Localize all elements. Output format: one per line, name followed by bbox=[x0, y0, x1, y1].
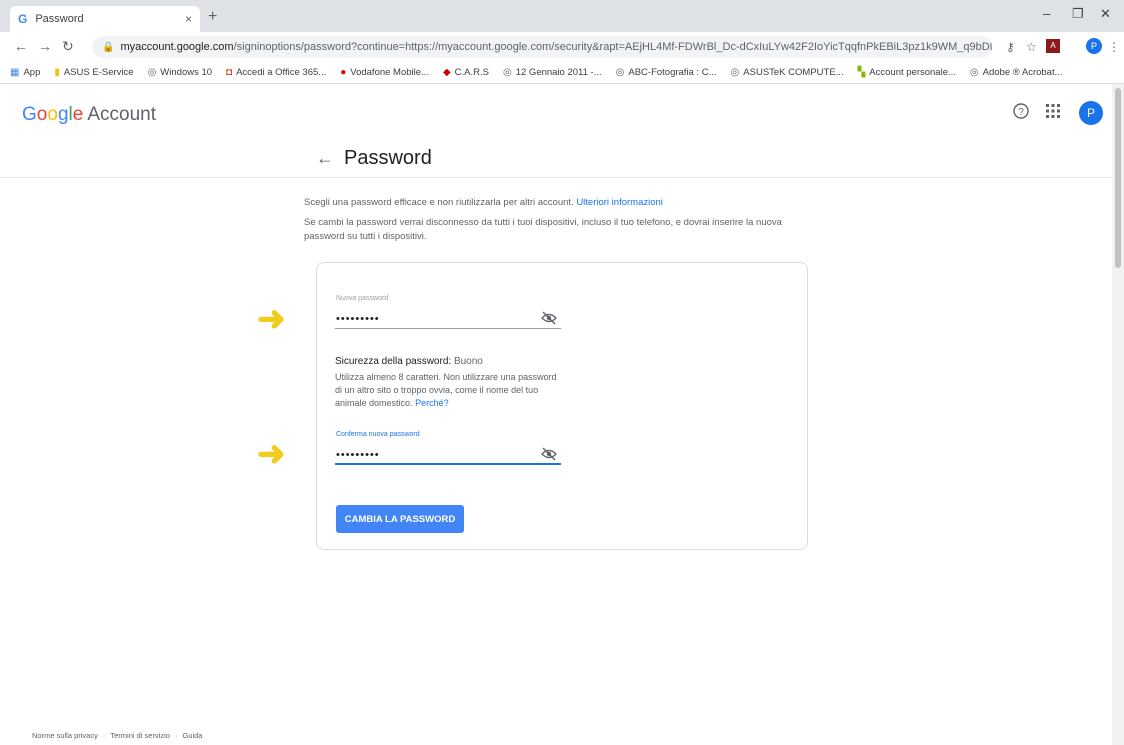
bookmark-item[interactable]: ◎ Adobe ® Acrobat... bbox=[970, 67, 1063, 78]
scrollbar-thumb[interactable] bbox=[1115, 88, 1121, 268]
new-password-underline bbox=[335, 328, 561, 329]
terms-link[interactable]: Termini di servizio bbox=[110, 731, 170, 740]
page-title-row: ← Password bbox=[0, 140, 1112, 178]
privacy-link[interactable]: Norme sulla privacy bbox=[32, 731, 98, 740]
lock-icon: 🔒 bbox=[102, 41, 115, 53]
password-strength: Sicurezza della password: Buono bbox=[335, 356, 483, 367]
intro-line2: Se cambi la password verrai disconnesso … bbox=[304, 217, 782, 242]
new-password-input[interactable]: ••••••••• bbox=[336, 313, 380, 325]
bookmark-item[interactable]: ◘ Accedi a Office 365... bbox=[226, 67, 326, 78]
account-avatar[interactable]: P bbox=[1079, 101, 1103, 125]
globe-icon: ◎ bbox=[730, 67, 740, 78]
globe-icon: ◎ bbox=[615, 67, 625, 78]
annotation-arrow-icon: ➜ bbox=[257, 435, 286, 473]
footer-separator: · bbox=[174, 731, 178, 740]
vodafone-icon: ● bbox=[340, 67, 347, 78]
google-account-logo[interactable]: Google Account bbox=[22, 104, 156, 126]
bookmark-item[interactable]: ◎ ASUSTeK COMPUTE... bbox=[731, 67, 844, 78]
apps-grid-icon[interactable] bbox=[1046, 103, 1060, 123]
maximize-button[interactable]: ❐ bbox=[1072, 6, 1084, 22]
intro-line1: Scegli una password efficace e non riuti… bbox=[304, 197, 574, 208]
help-link[interactable]: Guida bbox=[182, 731, 202, 740]
tab-title: Password bbox=[35, 13, 84, 25]
account-logo-text: Account bbox=[87, 104, 156, 125]
folder-icon: ▮ bbox=[54, 67, 60, 78]
address-bar[interactable]: 🔒 myaccount.google.com /signinoptions/pa… bbox=[92, 36, 992, 58]
apps-icon: ▦ bbox=[10, 67, 20, 78]
eye-off-icon[interactable] bbox=[541, 311, 557, 328]
microsoft-icon: ▚ bbox=[857, 67, 866, 78]
star-icon[interactable]: ☆ bbox=[1026, 40, 1037, 54]
footer-separator: · bbox=[102, 731, 106, 740]
office-icon: ◘ bbox=[226, 67, 233, 78]
acrobat-extension-icon[interactable]: A bbox=[1046, 39, 1060, 53]
back-icon[interactable]: ← bbox=[14, 38, 28, 54]
bookmark-label: Windows 10 bbox=[160, 67, 213, 78]
bookmark-label: C.A.R.S bbox=[454, 67, 489, 78]
page-scrollbar[interactable] bbox=[1112, 84, 1124, 745]
footer-links: Norme sulla privacy · Termini di servizio ·… bbox=[32, 731, 202, 740]
bookmarks-bar: ▦ App ▮ ASUS E-Service ◎ Windows 10 ◘ Accedi a … bbox=[0, 62, 1124, 84]
confirm-password-label: Conferma nuova password bbox=[336, 431, 420, 438]
browser-tab[interactable]: G Password × bbox=[10, 6, 200, 32]
svg-text:?: ? bbox=[1018, 107, 1024, 118]
bookmark-item[interactable]: ◎ Windows 10 bbox=[148, 67, 212, 78]
help-icon[interactable]: ? bbox=[1013, 103, 1029, 124]
url-domain: myaccount.google.com bbox=[120, 41, 234, 53]
google-favicon-icon: G bbox=[18, 12, 28, 26]
bookmark-label: ASUS E-Service bbox=[63, 67, 134, 78]
new-password-label: Nuova password bbox=[336, 295, 389, 302]
bookmark-item[interactable]: ▚ Account personale... bbox=[858, 67, 956, 78]
globe-icon: ◎ bbox=[969, 67, 979, 78]
bookmark-item[interactable]: ◎ ABC-Fotografia : C... bbox=[616, 67, 717, 78]
bookmark-item[interactable]: ◎ 12 Gennaio 2011 -... bbox=[503, 67, 602, 78]
tab-close-icon[interactable]: × bbox=[185, 12, 192, 26]
bookmark-item[interactable]: ◆ C.A.R.S bbox=[443, 67, 489, 78]
bookmark-label: Vodafone Mobile... bbox=[350, 67, 429, 78]
reload-icon[interactable]: ↻ bbox=[62, 38, 74, 55]
password-hint: Utilizza almeno 8 caratteri. Non utilizz… bbox=[335, 371, 560, 410]
annotation-arrow-icon: ➜ bbox=[257, 300, 286, 338]
close-window-button[interactable]: ✕ bbox=[1100, 6, 1111, 22]
page-title: Password bbox=[344, 147, 432, 169]
bookmark-item[interactable]: ▮ ASUS E-Service bbox=[54, 67, 133, 78]
bookmark-label: Adobe ® Acrobat... bbox=[982, 67, 1063, 78]
globe-icon: ◎ bbox=[502, 67, 512, 78]
bookmark-label: 12 Gennaio 2011 -... bbox=[515, 67, 602, 78]
google-account-header: Google Account ? P bbox=[0, 84, 1124, 140]
bookmark-label: ABC-Fotografia : C... bbox=[628, 67, 717, 78]
bookmark-item[interactable]: ● Vodafone Mobile... bbox=[340, 67, 429, 78]
eye-off-icon[interactable] bbox=[541, 447, 557, 464]
why-link[interactable]: Perché? bbox=[415, 398, 449, 408]
confirm-password-input[interactable]: ••••••••• bbox=[336, 449, 380, 461]
menu-dots-icon[interactable]: ⋮ bbox=[1108, 40, 1120, 54]
browser-titlebar: G Password × + – ❐ ✕ bbox=[0, 0, 1124, 32]
cars-icon: ◆ bbox=[442, 67, 451, 78]
bookmark-label: App bbox=[23, 67, 41, 78]
minimize-button[interactable]: – bbox=[1043, 6, 1050, 21]
bookmark-label: Account personale... bbox=[869, 67, 956, 78]
url-path: /signinoptions/password?continue=https:/… bbox=[233, 41, 992, 53]
more-info-link[interactable]: Ulteriori informazioni bbox=[576, 197, 663, 208]
change-password-button[interactable]: CAMBIA LA PASSWORD bbox=[336, 505, 464, 533]
bookmark-item[interactable]: ▦ App bbox=[10, 67, 40, 78]
new-tab-button[interactable]: + bbox=[208, 8, 217, 26]
google-logo-text: Google bbox=[22, 104, 84, 125]
key-icon[interactable]: ⚷ bbox=[1006, 40, 1015, 54]
bookmark-label: Accedi a Office 365... bbox=[236, 67, 327, 78]
back-arrow-icon[interactable]: ← bbox=[316, 148, 334, 169]
globe-icon: ◎ bbox=[147, 67, 157, 78]
strength-value: Buono bbox=[453, 356, 483, 367]
confirm-password-underline bbox=[335, 463, 561, 465]
browser-toolbar: ← → ↻ 🔒 myaccount.google.com /signinopti… bbox=[0, 32, 1124, 62]
forward-icon[interactable]: → bbox=[38, 38, 52, 54]
password-card: Nuova password ••••••••• Sicurezza della… bbox=[316, 262, 808, 550]
profile-avatar[interactable]: P bbox=[1086, 38, 1102, 54]
bookmark-label: ASUSTeK COMPUTE... bbox=[743, 67, 844, 78]
intro-text: Scegli una password efficace e non riuti… bbox=[304, 196, 814, 244]
strength-label: Sicurezza della password: bbox=[335, 356, 452, 367]
